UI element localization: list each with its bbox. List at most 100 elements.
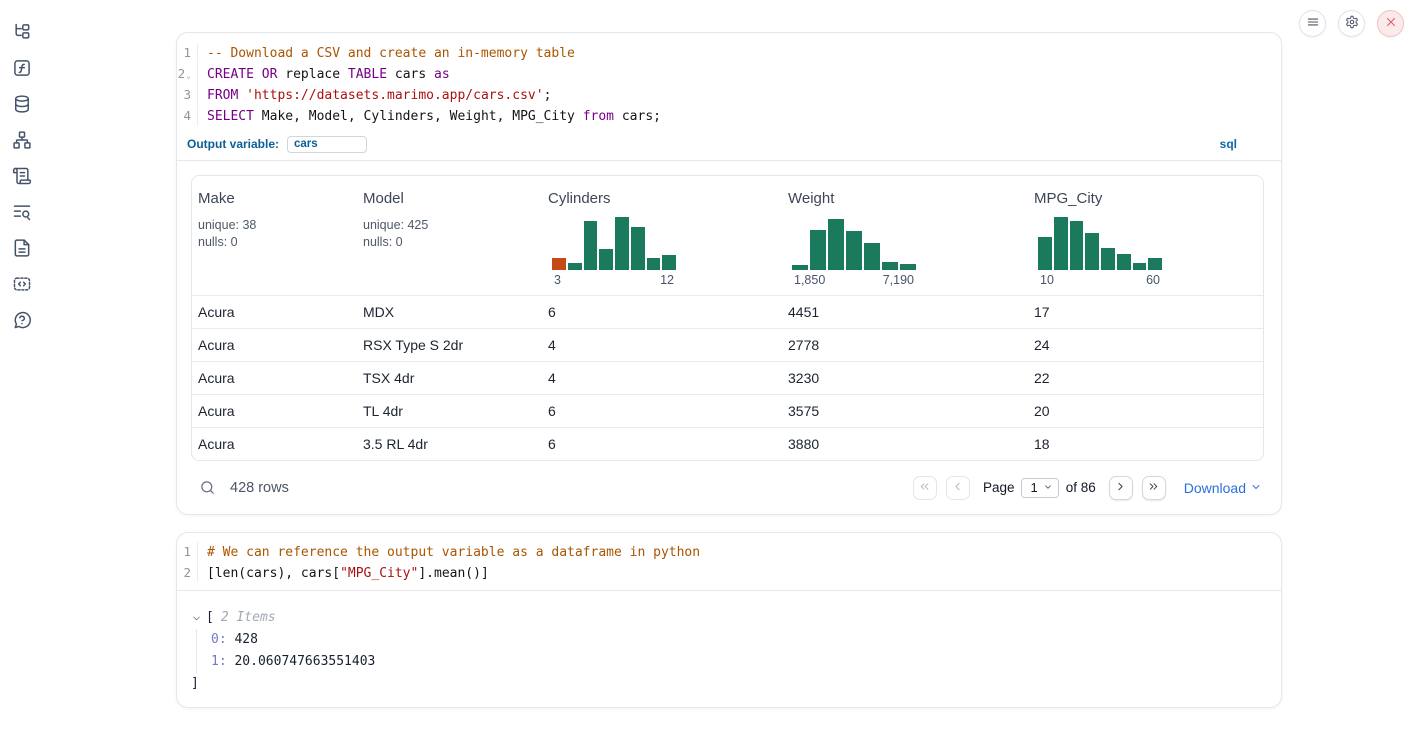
- code-line: 3FROM 'https://datasets.marimo.app/cars.…: [177, 85, 1281, 106]
- page-label: Page: [983, 480, 1015, 495]
- column-header-weight[interactable]: Weight 1,8507,190: [782, 176, 1028, 295]
- code-line: 2⌄CREATE OR replace TABLE cars as: [177, 64, 1281, 86]
- page-select[interactable]: 1: [1021, 478, 1058, 498]
- database-icon[interactable]: [12, 94, 32, 114]
- list-items: 0: 4281: 20.060747663551403: [196, 629, 1281, 673]
- column-header-make[interactable]: Make unique: 38nulls: 0: [192, 176, 357, 295]
- code-line: 2[len(cars), cars["MPG_City"].mean()]: [177, 563, 1281, 584]
- network-icon[interactable]: [12, 130, 32, 150]
- histogram-bar: [1085, 233, 1099, 270]
- code-line: 1# We can reference the output variable …: [177, 542, 1281, 563]
- table-cell: 3.5 RL 4dr: [357, 436, 542, 452]
- menu-icon: [1306, 15, 1320, 32]
- histogram-bar: [900, 264, 916, 270]
- document-icon[interactable]: [12, 238, 32, 258]
- snippets-icon[interactable]: [12, 274, 32, 294]
- histogram-bar: [882, 262, 898, 270]
- sql-cell-output: Make unique: 38nulls: 0 Modelunique: 425nu…: [177, 161, 1281, 514]
- histogram-bar: [864, 243, 880, 270]
- table-cell: TL 4dr: [357, 403, 542, 419]
- histogram-bar: [1038, 237, 1052, 270]
- histogram-bar: [828, 219, 844, 270]
- pagination: Page 1 of 86 Download: [913, 476, 1262, 500]
- list-item: 1: 20.060747663551403: [211, 651, 1281, 673]
- table-cell: 3230: [782, 370, 1028, 386]
- fold-chevron-icon[interactable]: ⌄: [186, 71, 191, 80]
- collapse-caret-icon[interactable]: [191, 613, 202, 624]
- column-histogram: [552, 217, 676, 270]
- histogram-bar: [599, 249, 613, 270]
- table-row[interactable]: AcuraTSX 4dr4323022: [192, 361, 1263, 394]
- table-cell: 4: [542, 370, 782, 386]
- table-cell: TSX 4dr: [357, 370, 542, 386]
- histogram-bar: [1148, 258, 1162, 270]
- python-cell: 1# We can reference the output variable …: [176, 532, 1282, 708]
- page-select-value: 1: [1030, 480, 1037, 495]
- close-bracket: ]: [191, 673, 1281, 695]
- column-histogram: [792, 217, 916, 270]
- histogram-axis: 1,8507,190: [792, 270, 916, 295]
- output-variable-bar: Output variable: sql: [177, 133, 1281, 161]
- open-bracket: [: [206, 607, 214, 629]
- items-count-label: 2 Items: [221, 607, 276, 629]
- table-cell: 3575: [782, 403, 1028, 419]
- column-header-mpg_city[interactable]: MPG_City 1060: [1028, 176, 1263, 295]
- histogram-bar: [1133, 263, 1147, 270]
- table-row[interactable]: AcuraRSX Type S 2dr4277824: [192, 328, 1263, 361]
- column-stats: unique: 38nulls: 0: [198, 217, 347, 251]
- page-total: of 86: [1066, 480, 1096, 495]
- table-cell: Acura: [192, 337, 357, 353]
- menu-button[interactable]: [1299, 10, 1326, 37]
- download-button[interactable]: Download: [1184, 480, 1262, 496]
- histogram-bar: [1117, 254, 1131, 270]
- code-line: 1-- Download a CSV and create an in-memo…: [177, 43, 1281, 64]
- histogram-axis: 312: [552, 270, 676, 295]
- scroll-icon[interactable]: [12, 166, 32, 186]
- list-search-icon[interactable]: [12, 202, 32, 222]
- histogram-bar: [615, 217, 629, 270]
- column-histogram: [1038, 217, 1162, 270]
- function-icon[interactable]: [12, 58, 32, 78]
- sql-cell: 1-- Download a CSV and create an in-memo…: [176, 32, 1282, 515]
- column-label: MPG_City: [1034, 190, 1253, 207]
- column-label: Cylinders: [548, 190, 772, 207]
- histogram-bar: [810, 230, 826, 270]
- column-header-cylinders[interactable]: Cylinders 312: [542, 176, 782, 295]
- first-page-button[interactable]: [913, 476, 937, 500]
- search-icon[interactable]: [199, 479, 216, 496]
- last-page-button[interactable]: [1142, 476, 1166, 500]
- help-icon[interactable]: [12, 310, 32, 330]
- chevron-down-icon: [1250, 480, 1262, 496]
- column-label: Make: [198, 190, 347, 207]
- table-row[interactable]: AcuraTL 4dr6357520: [192, 394, 1263, 427]
- histogram-bar: [792, 265, 808, 270]
- histogram-bar: [1101, 248, 1115, 270]
- table-row[interactable]: AcuraMDX6445117: [192, 295, 1263, 328]
- file-tree-icon[interactable]: [12, 22, 32, 42]
- row-count: 428 rows: [230, 480, 289, 496]
- chevron-left-icon: [951, 480, 964, 496]
- table-cell: Acura: [192, 436, 357, 452]
- column-header-model[interactable]: Modelunique: 425nulls: 0: [357, 176, 542, 295]
- table-cell: 2778: [782, 337, 1028, 353]
- close-icon: [1384, 15, 1398, 32]
- histogram-bar: [662, 255, 676, 270]
- download-label: Download: [1184, 480, 1246, 496]
- column-label: Weight: [788, 190, 1018, 207]
- output-variable-input[interactable]: [287, 136, 367, 153]
- chevron-right-icon: [1114, 480, 1127, 496]
- sql-code-editor[interactable]: 1-- Download a CSV and create an in-memo…: [177, 33, 1281, 133]
- gear-icon: [1345, 15, 1359, 32]
- histogram-bar: [846, 231, 862, 270]
- python-code-editor[interactable]: 1# We can reference the output variable …: [177, 533, 1281, 591]
- table-cell: MDX: [357, 304, 542, 320]
- next-page-button[interactable]: [1109, 476, 1133, 500]
- histogram-bar: [647, 258, 661, 270]
- close-button[interactable]: [1377, 10, 1404, 37]
- settings-button[interactable]: [1338, 10, 1365, 37]
- table-row[interactable]: Acura3.5 RL 4dr6388018: [192, 427, 1263, 460]
- histogram-bar: [1070, 221, 1084, 270]
- prev-page-button[interactable]: [946, 476, 970, 500]
- histogram-axis: 1060: [1038, 270, 1162, 295]
- table-cell: 17: [1028, 304, 1263, 320]
